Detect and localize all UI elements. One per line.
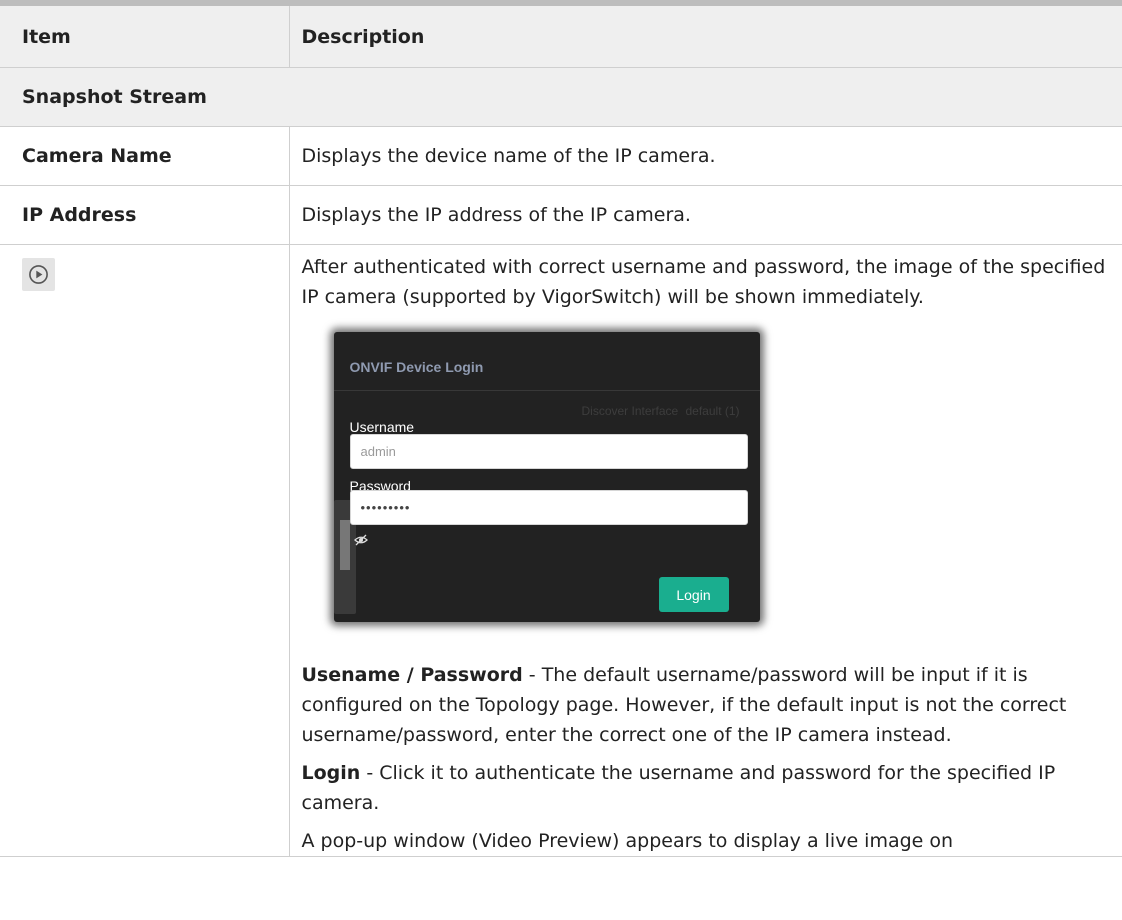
section-title: Snapshot Stream <box>0 67 1122 127</box>
eye-slash-icon[interactable] <box>353 526 368 556</box>
onvif-login-dialog: ONVIF Device Login Discover Interface de… <box>333 332 760 622</box>
background-interface-value: default (1) <box>685 404 740 418</box>
row-item: Camera Name <box>0 126 289 186</box>
row-item <box>0 244 289 857</box>
username-input[interactable] <box>349 434 748 469</box>
table-row: After authenticated with correct usernam… <box>0 244 1122 857</box>
login-button[interactable]: Login <box>658 577 729 612</box>
table-row: Camera Name Displays the device name of … <box>0 126 1122 186</box>
trailing-paragraph: A pop-up window (Video Preview) appears … <box>301 830 954 852</box>
row-description: Displays the device name of the IP camer… <box>288 126 1122 186</box>
row-description: After authenticated with correct usernam… <box>288 244 1122 857</box>
table-row: IP Address Displays the IP address of th… <box>0 185 1122 245</box>
dialog-screenshot: ONVIF Device Login Discover Interface de… <box>320 332 780 650</box>
password-input[interactable] <box>349 490 748 525</box>
dialog-title: ONVIF Device Login <box>349 359 484 375</box>
description-table: Item Description Snapshot Stream Camera … <box>0 0 1122 857</box>
header-description: Description <box>288 0 1122 68</box>
intro-paragraph: After authenticated with correct usernam… <box>301 256 1106 308</box>
row-item: IP Address <box>0 185 289 245</box>
table-header: Item Description <box>0 0 1122 68</box>
term-text: - Click it to authenticate the username … <box>301 762 1056 814</box>
section-row: Snapshot Stream <box>0 67 1122 127</box>
term-label: Usename / Password <box>301 664 523 686</box>
background-interface-label: Discover Interface <box>581 404 679 418</box>
term-paragraph: Login - Click it to authenticate the use… <box>302 758 1111 818</box>
row-description: Displays the IP address of the IP camera… <box>288 185 1122 245</box>
header-item: Item <box>0 0 289 68</box>
dialog-divider <box>333 390 760 391</box>
term-label: Login <box>301 762 361 784</box>
play-circle-icon[interactable] <box>22 258 55 291</box>
term-paragraph: Usename / Password - The default usernam… <box>302 660 1111 750</box>
